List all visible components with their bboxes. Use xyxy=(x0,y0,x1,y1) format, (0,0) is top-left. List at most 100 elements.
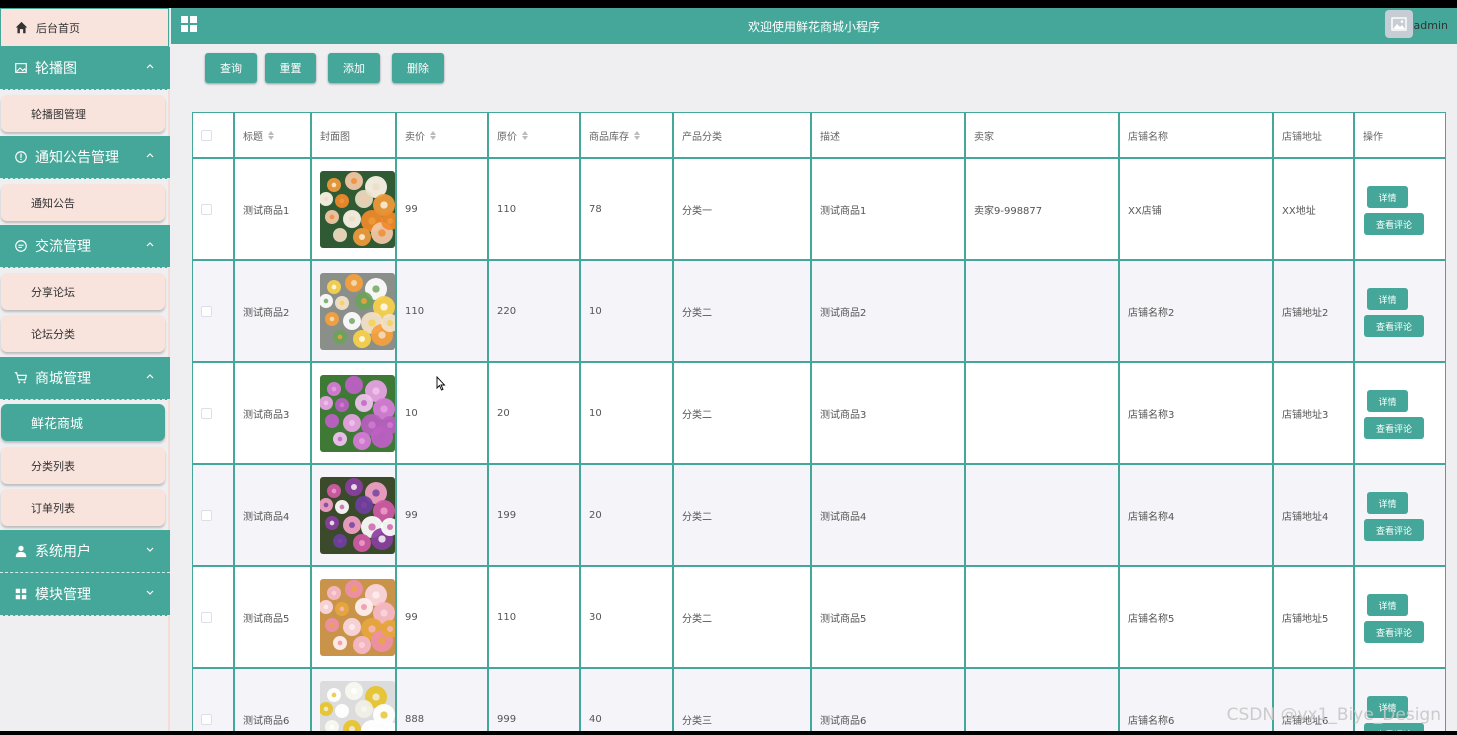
chevron-up-icon xyxy=(145,371,155,381)
detail-button[interactable]: 详情 xyxy=(1367,288,1408,310)
column-label: 原价 xyxy=(497,131,517,143)
row-checkbox[interactable] xyxy=(201,203,212,215)
cell-text: XX地址 xyxy=(1282,205,1316,217)
cell-text: 30 xyxy=(589,611,602,623)
cell-price: 99 xyxy=(397,159,489,259)
sort-icon[interactable] xyxy=(634,130,640,140)
cell-text: 10 xyxy=(589,407,602,419)
cell-title: 测试商品2 xyxy=(235,261,312,361)
column-label: 描述 xyxy=(820,131,840,143)
info-circle-icon xyxy=(14,150,28,164)
detail-button[interactable]: 详情 xyxy=(1367,186,1408,208)
sort-icon[interactable] xyxy=(430,130,436,140)
cell-text: XX店铺 xyxy=(1128,205,1162,217)
sort-icon[interactable] xyxy=(522,130,528,140)
table-row[interactable]: 测试商品2 110 220 10 分类二 测试商品2 店铺名称2 店铺地址2 详情 查看评论 xyxy=(193,261,1445,363)
column-label: 店铺名称 xyxy=(1128,131,1168,143)
cell-text: 分类二 xyxy=(682,511,712,523)
cell-seller xyxy=(966,363,1120,463)
view-reviews-button[interactable]: 查看评论 xyxy=(1364,213,1424,235)
view-reviews-button[interactable]: 查看评论 xyxy=(1364,621,1424,643)
cell-shop: 店铺名称3 xyxy=(1120,363,1274,463)
cell-stock: 10 xyxy=(581,261,674,361)
sidebar-group-banner[interactable]: 轮播图 xyxy=(0,47,170,90)
detail-button[interactable]: 详情 xyxy=(1367,594,1408,616)
column-header[interactable]: 标题 xyxy=(235,113,312,157)
cover-image[interactable] xyxy=(320,170,395,248)
cell-text: 99 xyxy=(405,203,418,215)
table-row[interactable]: 测试商品4 99 199 20 分类二 测试商品4 店铺名称4 店铺地址4 详情 查看评论 xyxy=(193,465,1445,567)
cover-image[interactable] xyxy=(320,680,395,731)
select-all-checkbox[interactable] xyxy=(201,129,212,141)
sidebar-group-notice[interactable]: 通知公告管理 xyxy=(0,136,170,179)
sidebar-item-flower-mall[interactable]: 鲜花商城 xyxy=(1,404,165,441)
cell-text: 店铺地址3 xyxy=(1282,409,1329,421)
cell-category: 分类三 xyxy=(674,669,812,731)
column-header[interactable]: 原价 xyxy=(489,113,581,157)
view-reviews-button[interactable]: 查看评论 xyxy=(1364,519,1424,541)
sidebar-item-forum-category[interactable]: 论坛分类 xyxy=(1,315,165,352)
column-label: 卖家 xyxy=(974,131,994,143)
column-label: 封面图 xyxy=(320,131,350,143)
sidebar-group-mall[interactable]: 商城管理 xyxy=(0,357,170,400)
cell-desc: 测试商品1 xyxy=(812,159,966,259)
cover-image[interactable] xyxy=(320,476,395,554)
column-header[interactable]: 卖价 xyxy=(397,113,489,157)
sidebar-group-modules[interactable]: 模块管理 xyxy=(0,573,170,616)
cover-cell xyxy=(312,465,397,565)
cell-title: 测试商品1 xyxy=(235,159,312,259)
column-header: 操作 xyxy=(1355,113,1445,157)
view-reviews-button[interactable]: 查看评论 xyxy=(1364,315,1424,337)
username[interactable]: admin xyxy=(1414,19,1448,32)
actions-cell: 详情查看评论 xyxy=(1355,261,1445,361)
cell-title: 测试商品4 xyxy=(235,465,312,565)
sidebar-item-share-forum[interactable]: 分享论坛 xyxy=(1,273,165,310)
detail-button[interactable]: 详情 xyxy=(1367,492,1408,514)
add-button[interactable]: 添加 xyxy=(328,53,380,83)
cell-text: 40 xyxy=(589,713,602,725)
cell-text: 99 xyxy=(405,509,418,521)
sidebar-item-notice[interactable]: 通知公告 xyxy=(1,184,165,221)
cover-image[interactable] xyxy=(320,374,395,452)
sidebar-item-home[interactable]: 后台首页 xyxy=(0,8,169,47)
sidebar-item-category-list[interactable]: 分类列表 xyxy=(1,447,165,484)
delete-button[interactable]: 删除 xyxy=(392,53,444,83)
cover-image[interactable] xyxy=(320,272,395,350)
cell-shop: 店铺名称5 xyxy=(1120,567,1274,667)
row-checkbox[interactable] xyxy=(201,509,212,521)
row-checkbox[interactable] xyxy=(201,305,212,317)
table-row[interactable]: 测试商品1 99 110 78 分类一 测试商品1 卖家9-998877 XX店铺 XX地址 详情… xyxy=(193,159,1445,261)
sidebar: 后台首页 轮播图 轮播图管理 通知公告管理 通知公告 交流管理 分享论坛 论坛分… xyxy=(0,8,170,731)
avatar[interactable] xyxy=(1385,10,1413,38)
cell-text: 110 xyxy=(497,611,517,623)
column-header[interactable]: 商品库存 xyxy=(581,113,674,157)
sidebar-group-forum[interactable]: 交流管理 xyxy=(0,225,170,268)
table-row[interactable]: 测试商品3 10 20 10 分类二 测试商品3 店铺名称3 店铺地址3 详情 查看评论 xyxy=(193,363,1445,465)
select-all-cell[interactable] xyxy=(193,113,235,157)
chevron-up-icon xyxy=(145,239,155,249)
sidebar-item-order-list[interactable]: 订单列表 xyxy=(1,489,165,526)
query-button[interactable]: 查询 xyxy=(205,53,257,83)
cell-desc: 测试商品5 xyxy=(812,567,966,667)
sidebar-group-users[interactable]: 系统用户 xyxy=(0,530,170,573)
cell-text: 10 xyxy=(589,305,602,317)
cover-cell xyxy=(312,159,397,259)
cart-icon xyxy=(14,371,28,385)
table-row[interactable]: 测试商品5 99 110 30 分类二 测试商品5 店铺名称5 店铺地址5 详情 查看评论 xyxy=(193,567,1445,669)
cell-text: 78 xyxy=(589,203,602,215)
cell-category: 分类二 xyxy=(674,261,812,361)
page-title: 欢迎使用鲜花商城小程序 xyxy=(747,20,880,34)
row-checkbox[interactable] xyxy=(201,611,212,623)
view-reviews-button[interactable]: 查看评论 xyxy=(1364,417,1424,439)
column-header: 店铺地址 xyxy=(1274,113,1355,157)
sort-icon[interactable] xyxy=(268,130,274,140)
cell-addr: 店铺地址2 xyxy=(1274,261,1355,361)
detail-button[interactable]: 详情 xyxy=(1367,390,1408,412)
sidebar-item-banner-manage[interactable]: 轮播图管理 xyxy=(1,95,165,132)
row-checkbox[interactable] xyxy=(201,713,212,725)
cover-image[interactable] xyxy=(320,578,395,656)
reset-button[interactable]: 重置 xyxy=(265,53,316,83)
row-checkbox[interactable] xyxy=(201,407,212,419)
cell-text: 20 xyxy=(589,509,602,521)
cell-text: 分类二 xyxy=(682,307,712,319)
